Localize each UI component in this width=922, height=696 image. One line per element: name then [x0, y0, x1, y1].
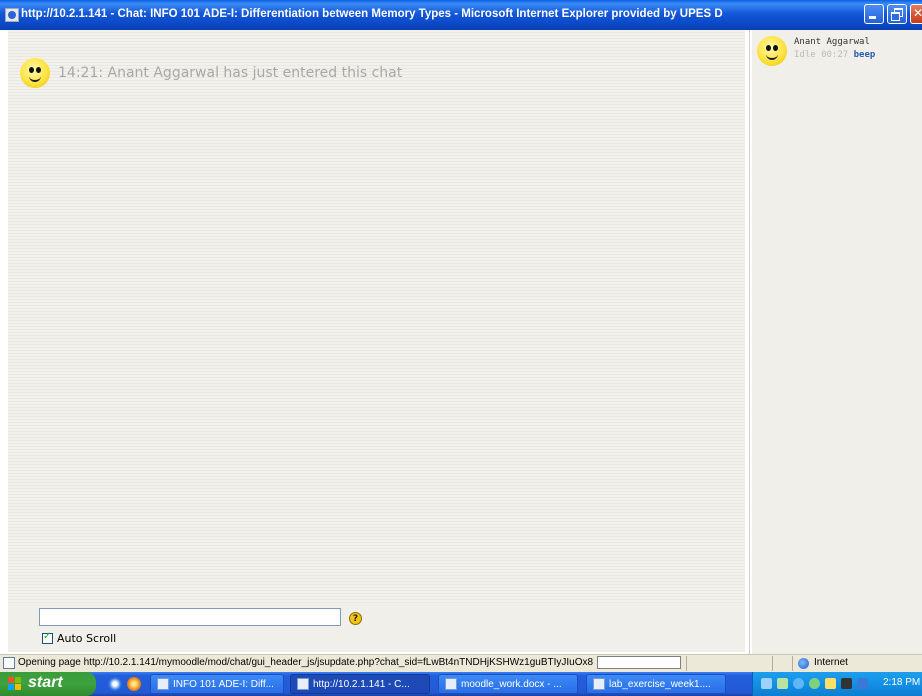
taskbar-button-lab-exercise[interactable]: lab_exercise_week1.... — [586, 674, 726, 694]
internet-zone-icon — [798, 658, 809, 669]
taskbar: start INFO 101 ADE-I: Diff... http://10.… — [0, 672, 922, 696]
tray-app-icon[interactable] — [857, 678, 868, 689]
chat-message: 14:21: Anant Aggarwal has just entered t… — [20, 58, 402, 88]
tray-display-icon[interactable] — [841, 678, 852, 689]
chat-input-area: ? Auto Scroll — [8, 604, 745, 652]
checkbox-checked-icon[interactable] — [42, 631, 53, 644]
beep-link[interactable]: beep — [854, 50, 876, 60]
minimize-button[interactable] — [864, 4, 884, 24]
user-list-item: Anant Aggarwal Idle 00:27 beep — [757, 36, 875, 66]
tray-wireless-icon[interactable] — [777, 678, 788, 689]
tray-volume-icon[interactable] — [825, 678, 836, 689]
window-title: http://10.2.1.141 - Chat: INFO 101 ADE-I… — [21, 8, 723, 20]
taskbar-button-label: lab_exercise_week1.... — [609, 678, 711, 690]
start-button[interactable]: start — [0, 672, 96, 696]
start-label: start — [28, 674, 63, 691]
page-content: 14:21: Anant Aggarwal has just entered t… — [0, 30, 922, 654]
taskbar-button-label: http://10.2.1.141 - C... — [313, 678, 410, 690]
taskbar-button-chat[interactable]: http://10.2.1.141 - C... — [290, 674, 430, 694]
quick-launch-ie-icon[interactable] — [108, 677, 122, 691]
users-list-pane: Anant Aggarwal Idle 00:27 beep — [752, 30, 922, 654]
chat-message-text: 14:21: Anant Aggarwal has just entered t… — [58, 65, 403, 81]
security-zone-label: Internet — [814, 657, 848, 668]
status-bar: Opening page http://10.2.1.141/mymoodle/… — [0, 654, 922, 672]
status-separator — [792, 656, 793, 671]
user-idle-time: Idle 00:27 — [794, 50, 849, 60]
tray-security-icon[interactable] — [809, 678, 820, 689]
page-loading-icon — [3, 657, 15, 669]
tray-network-icon[interactable] — [761, 678, 772, 689]
word-document-icon — [445, 678, 457, 690]
restore-button[interactable] — [887, 4, 907, 24]
progress-bar — [597, 656, 681, 669]
help-icon[interactable]: ? — [349, 612, 362, 625]
ie-page-icon — [5, 8, 19, 22]
status-separator — [772, 656, 773, 671]
user-smiley-avatar-icon — [757, 36, 787, 66]
user-name: Anant Aggarwal — [794, 37, 870, 47]
close-button[interactable] — [910, 4, 922, 24]
status-separator — [686, 656, 687, 671]
chat-messages-pane[interactable]: 14:21: Anant Aggarwal has just entered t… — [8, 30, 745, 604]
taskbar-button-label: INFO 101 ADE-I: Diff... — [173, 678, 274, 690]
word-document-icon — [593, 678, 605, 690]
taskbar-button-info101[interactable]: INFO 101 ADE-I: Diff... — [150, 674, 284, 694]
clock[interactable]: 2:18 PM — [883, 677, 920, 688]
smiley-avatar-icon — [20, 58, 50, 88]
ie-window-icon — [297, 678, 309, 690]
taskbar-button-label: moodle_work.docx - ... — [461, 678, 562, 690]
quick-launch-media-icon[interactable] — [127, 677, 141, 691]
message-input[interactable] — [39, 608, 341, 626]
autoscroll-checkbox[interactable]: Auto Scroll — [42, 631, 117, 645]
ie-window-icon — [157, 678, 169, 690]
window-title-bar[interactable]: http://10.2.1.141 - Chat: INFO 101 ADE-I… — [0, 0, 922, 30]
taskbar-button-moodle-work[interactable]: moodle_work.docx - ... — [438, 674, 578, 694]
status-text: Opening page http://10.2.1.141/mymoodle/… — [18, 657, 594, 668]
tray-back-icon[interactable] — [793, 678, 804, 689]
autoscroll-label: Auto Scroll — [57, 632, 117, 645]
system-tray: 2:18 PM — [752, 672, 922, 696]
windows-flag-icon — [8, 677, 22, 691]
